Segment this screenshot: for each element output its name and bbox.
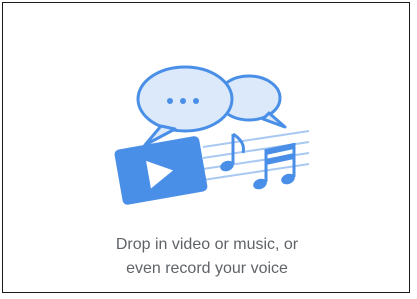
empty-state-illustration xyxy=(114,65,310,205)
empty-state-caption-line2: even record your voice xyxy=(126,260,288,277)
empty-state-caption-line1: Drop in video or music, or xyxy=(115,236,299,253)
empty-state-card: Drop in video or music, or even record y… xyxy=(2,2,410,293)
video-play-icon xyxy=(114,136,208,205)
chat-bubbles-icon xyxy=(136,65,287,147)
